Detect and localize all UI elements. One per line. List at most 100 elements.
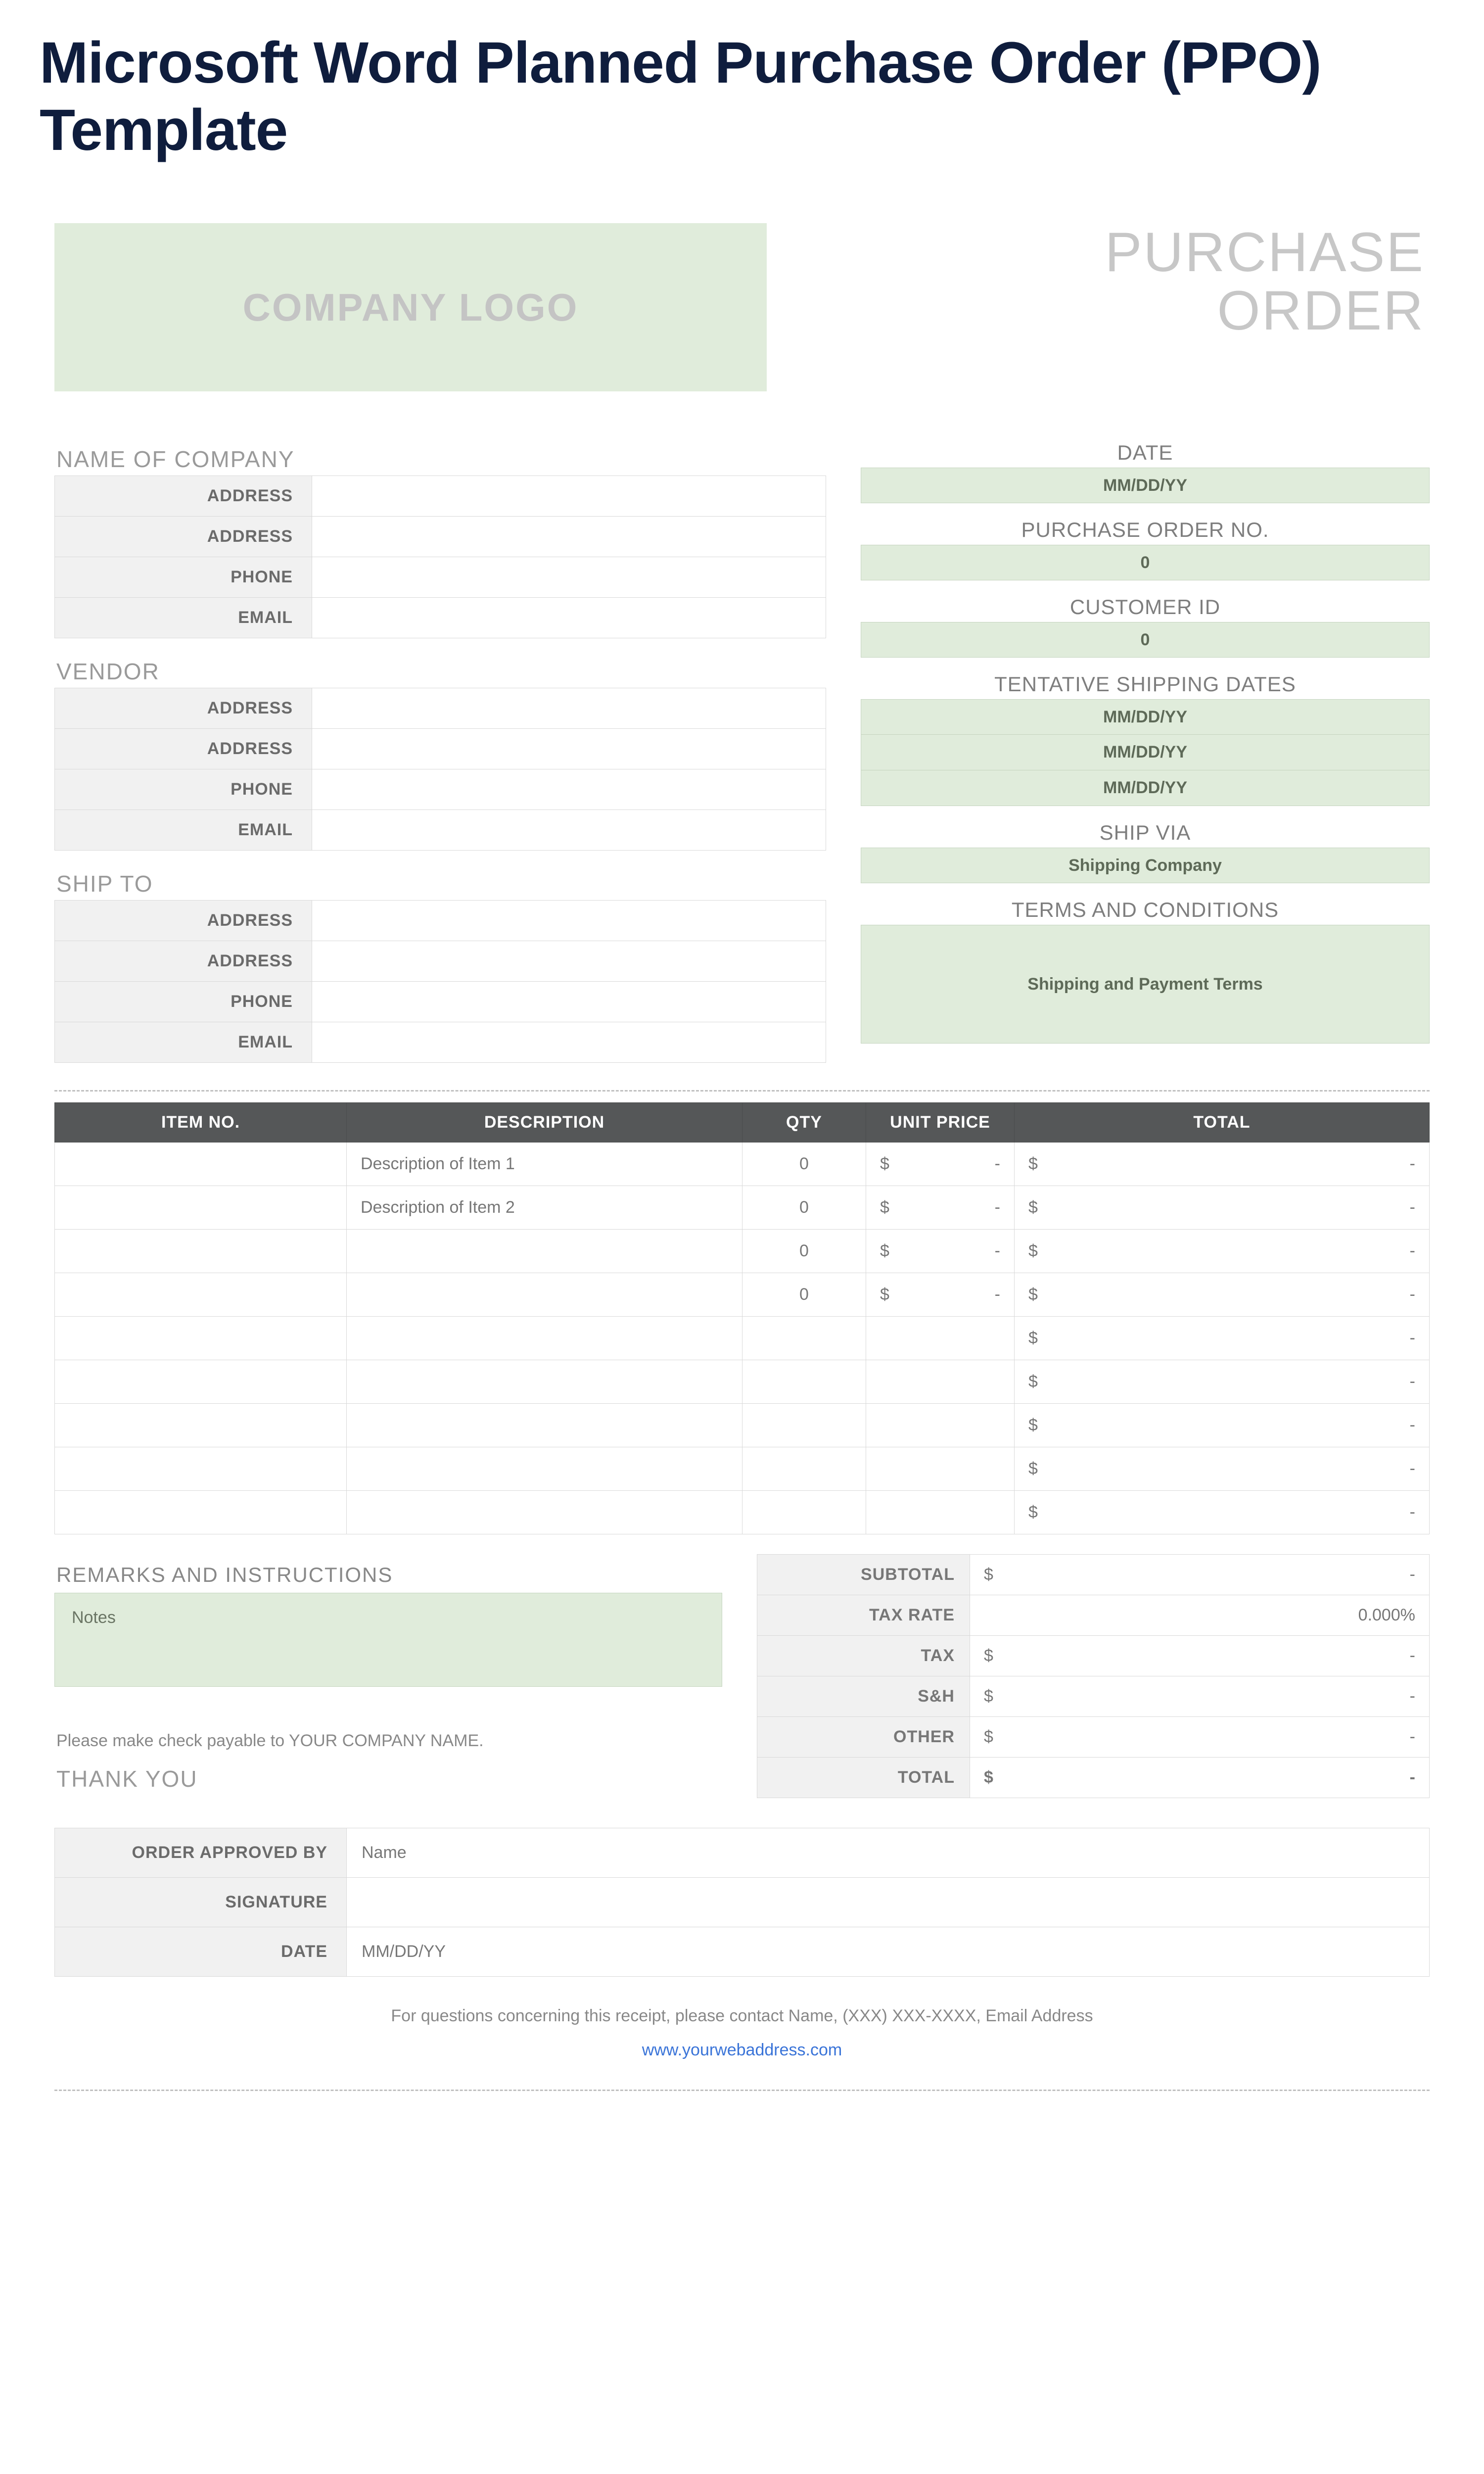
item-description-cell[interactable]: Description of Item 1 — [347, 1142, 742, 1186]
company-value[interactable] — [312, 476, 826, 517]
item-unitprice-cell[interactable] — [866, 1360, 1015, 1404]
totals-value[interactable]: 0.000% — [970, 1595, 1430, 1636]
item-total-cell: $- — [1015, 1142, 1430, 1186]
item-qty-cell[interactable] — [742, 1447, 866, 1491]
item-unitprice-cell[interactable]: $- — [866, 1186, 1015, 1230]
company-label: PHONE — [55, 557, 312, 598]
item-qty-cell[interactable]: 0 — [742, 1186, 866, 1230]
company-row: ADDRESS — [55, 517, 826, 557]
item-total-cell: $- — [1015, 1491, 1430, 1534]
item-description-cell[interactable] — [347, 1447, 742, 1491]
shipto-row: ADDRESS — [55, 941, 826, 982]
item-description-cell[interactable] — [347, 1317, 742, 1360]
vendor-row: PHONE — [55, 769, 826, 810]
company-value[interactable] — [312, 598, 826, 638]
item-qty-cell[interactable]: 0 — [742, 1273, 866, 1317]
item-total-cell: $- — [1015, 1447, 1430, 1491]
approval-value[interactable]: Name — [347, 1828, 1430, 1878]
ship-date-field[interactable]: MM/DD/YY — [861, 770, 1430, 806]
totals-grand-row: TOTAL$- — [757, 1758, 1430, 1798]
po-heading-line1: PURCHASE — [1105, 221, 1425, 283]
ship-date-field[interactable]: MM/DD/YY — [861, 699, 1430, 735]
table-row: Description of Item 20$-$- — [55, 1186, 1430, 1230]
shipto-value[interactable] — [312, 982, 826, 1022]
item-unitprice-cell[interactable]: $- — [866, 1230, 1015, 1273]
item-unitprice-cell[interactable] — [866, 1447, 1015, 1491]
item-qty-cell[interactable]: 0 — [742, 1230, 866, 1273]
table-row: $- — [55, 1447, 1430, 1491]
item-no-cell[interactable] — [55, 1360, 347, 1404]
ship-date-field[interactable]: MM/DD/YY — [861, 735, 1430, 770]
item-description-cell[interactable]: Description of Item 2 — [347, 1186, 742, 1230]
item-no-cell[interactable] — [55, 1447, 347, 1491]
item-description-cell[interactable] — [347, 1273, 742, 1317]
vendor-label: ADDRESS — [55, 729, 312, 769]
item-qty-cell[interactable] — [742, 1317, 866, 1360]
item-qty-cell[interactable] — [742, 1360, 866, 1404]
approval-value[interactable] — [347, 1878, 1430, 1927]
item-total-cell: $- — [1015, 1317, 1430, 1360]
approval-row: ORDER APPROVED BYName — [55, 1828, 1430, 1878]
item-unitprice-cell[interactable] — [866, 1404, 1015, 1447]
vendor-row: ADDRESS — [55, 729, 826, 769]
items-header-unitprice: UNIT PRICE — [866, 1103, 1015, 1142]
po-no-field[interactable]: 0 — [861, 545, 1430, 580]
date-field[interactable]: MM/DD/YY — [861, 468, 1430, 503]
vendor-value[interactable] — [312, 729, 826, 769]
item-total-cell: $- — [1015, 1230, 1430, 1273]
customer-id-field[interactable]: 0 — [861, 622, 1430, 658]
totals-grand-label: TOTAL — [757, 1758, 970, 1798]
item-description-cell[interactable] — [347, 1491, 742, 1534]
company-label: ADDRESS — [55, 476, 312, 517]
item-description-cell[interactable] — [347, 1360, 742, 1404]
company-logo-placeholder: COMPANY LOGO — [54, 223, 767, 391]
totals-value[interactable]: $- — [970, 1717, 1430, 1758]
item-qty-cell[interactable] — [742, 1404, 866, 1447]
item-unitprice-cell[interactable]: $- — [866, 1273, 1015, 1317]
company-row: EMAIL — [55, 598, 826, 638]
date-label: DATE — [861, 441, 1430, 465]
totals-value[interactable]: $- — [970, 1555, 1430, 1595]
item-no-cell[interactable] — [55, 1273, 347, 1317]
shipto-value[interactable] — [312, 941, 826, 982]
shipto-row: PHONE — [55, 982, 826, 1022]
thank-you: THANK YOU — [56, 1765, 722, 1792]
remarks-title: REMARKS AND INSTRUCTIONS — [56, 1563, 722, 1587]
totals-label: TAX RATE — [757, 1595, 970, 1636]
vendor-value[interactable] — [312, 810, 826, 851]
vendor-value[interactable] — [312, 688, 826, 729]
item-no-cell[interactable] — [55, 1491, 347, 1534]
totals-value[interactable]: $- — [970, 1676, 1430, 1717]
item-qty-cell[interactable]: 0 — [742, 1142, 866, 1186]
item-description-cell[interactable] — [347, 1404, 742, 1447]
footer-link[interactable]: www.yourwebaddress.com — [54, 2041, 1430, 2060]
company-label: ADDRESS — [55, 517, 312, 557]
notes-field[interactable]: Notes — [54, 1593, 722, 1687]
item-qty-cell[interactable] — [742, 1491, 866, 1534]
company-value[interactable] — [312, 517, 826, 557]
items-table: ITEM NO. DESCRIPTION QTY UNIT PRICE TOTA… — [54, 1102, 1430, 1534]
item-unitprice-cell[interactable] — [866, 1491, 1015, 1534]
shipto-section-title: SHIP TO — [56, 870, 826, 897]
item-no-cell[interactable] — [55, 1317, 347, 1360]
approval-value[interactable]: MM/DD/YY — [347, 1927, 1430, 1977]
po-heading-line2: ORDER — [1217, 280, 1425, 341]
item-unitprice-cell[interactable] — [866, 1317, 1015, 1360]
terms-field[interactable]: Shipping and Payment Terms — [861, 925, 1430, 1044]
shipto-value[interactable] — [312, 901, 826, 941]
item-no-cell[interactable] — [55, 1230, 347, 1273]
totals-row: S&H$- — [757, 1676, 1430, 1717]
item-description-cell[interactable] — [347, 1230, 742, 1273]
company-value[interactable] — [312, 557, 826, 598]
item-unitprice-cell[interactable]: $- — [866, 1142, 1015, 1186]
item-no-cell[interactable] — [55, 1186, 347, 1230]
vendor-label: PHONE — [55, 769, 312, 810]
item-total-cell: $- — [1015, 1273, 1430, 1317]
totals-value[interactable]: $- — [970, 1636, 1430, 1676]
item-no-cell[interactable] — [55, 1142, 347, 1186]
ship-via-field[interactable]: Shipping Company — [861, 848, 1430, 883]
item-no-cell[interactable] — [55, 1404, 347, 1447]
vendor-value[interactable] — [312, 769, 826, 810]
items-header-total: TOTAL — [1015, 1103, 1430, 1142]
shipto-value[interactable] — [312, 1022, 826, 1063]
